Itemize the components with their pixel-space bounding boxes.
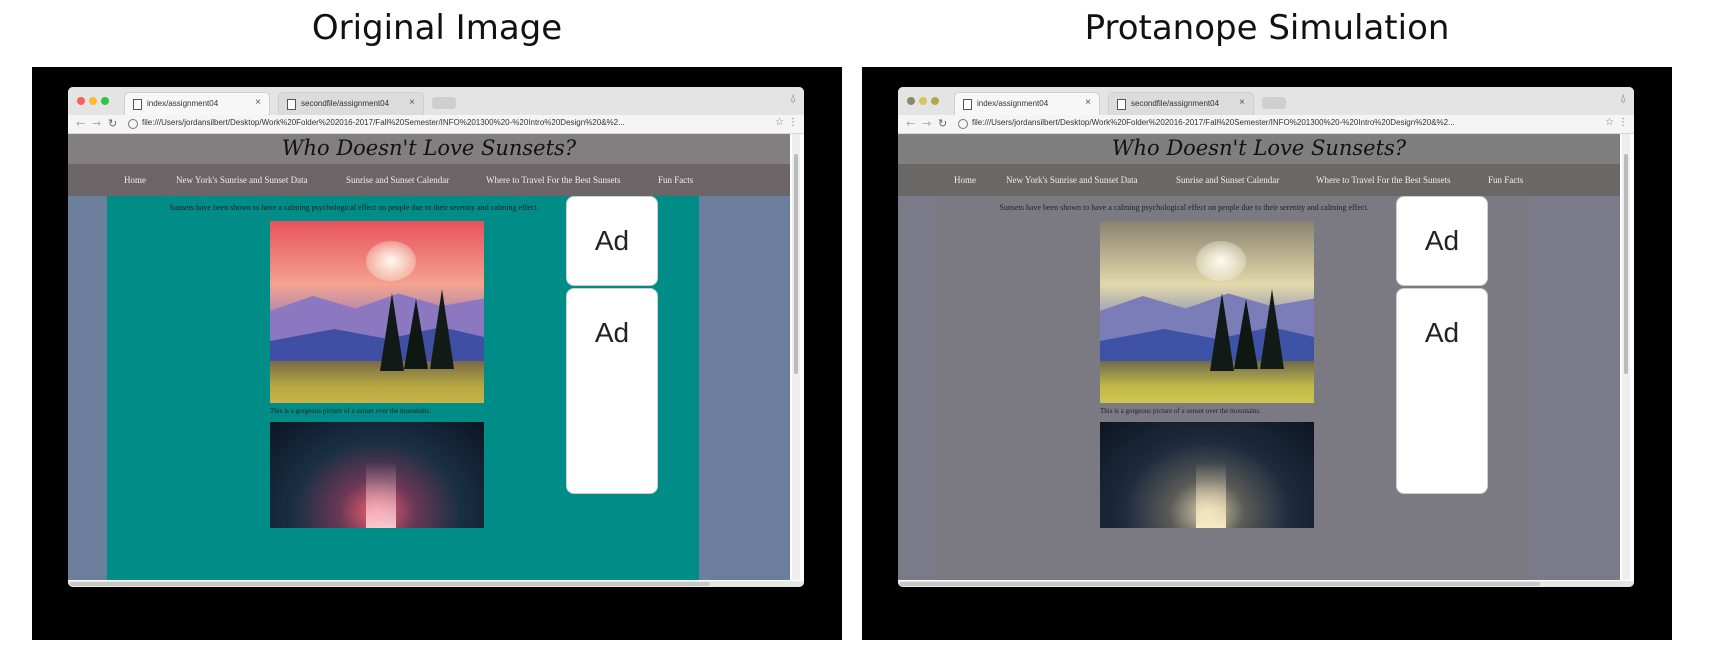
close-tab-icon[interactable]: × — [1085, 97, 1091, 108]
menu-icon[interactable]: ⋮ — [1618, 117, 1628, 128]
close-window-dot[interactable] — [907, 97, 915, 105]
browser-window: index/assignment04 × secondfile/assignme… — [68, 87, 804, 587]
browser-tab-index[interactable]: index/assignment04 × — [954, 92, 1100, 116]
browser-tab-secondfile[interactable]: secondfile/assignment04 × — [278, 92, 424, 116]
ad-box[interactable]: Ad — [566, 196, 658, 286]
url-field[interactable]: file:///Users/jordansilbert/Desktop/Work… — [142, 118, 762, 127]
nav-link-ny-data[interactable]: New York's Sunrise and Sunset Data — [176, 175, 308, 185]
close-window-dot[interactable] — [77, 97, 85, 105]
tab-label: secondfile/assignment04 — [301, 99, 390, 108]
image-caption: This is a gorgeous picture of a sunset o… — [1100, 407, 1262, 415]
site-title: Who Doesn't Love Sunsets? — [281, 136, 577, 160]
browser-tab-index[interactable]: index/assignment04 × — [124, 92, 270, 116]
new-tab-button[interactable] — [432, 97, 456, 109]
ad-box[interactable]: Ad — [566, 288, 658, 494]
ad-box[interactable]: Ad — [1396, 196, 1488, 286]
back-arrow-icon[interactable]: ← — [76, 117, 85, 130]
night-sky-image — [1100, 422, 1314, 528]
reload-icon[interactable]: ↻ — [108, 117, 117, 130]
nav-link-home[interactable]: Home — [124, 175, 146, 185]
zoom-window-dot[interactable] — [101, 97, 109, 105]
minimize-window-dot[interactable] — [89, 97, 97, 105]
ad-label: Ad — [594, 317, 630, 348]
forward-arrow-icon[interactable]: → — [92, 117, 101, 130]
site-nav: Home New York's Sunrise and Sunset Data … — [68, 164, 790, 196]
ad-label: Ad — [594, 225, 630, 256]
page-icon — [1117, 99, 1126, 110]
tab-label: index/assignment04 — [147, 99, 219, 108]
site-header: Who Doesn't Love Sunsets? — [68, 134, 790, 164]
bookmark-star-icon[interactable]: ☆ — [1605, 117, 1614, 128]
nav-link-calendar[interactable]: Sunrise and Sunset Calendar — [346, 175, 449, 185]
reload-icon[interactable]: ↻ — [938, 117, 947, 130]
page-content: Sunsets have been shown to have a calmin… — [898, 196, 1620, 580]
panel-title-original: Original Image — [311, 8, 563, 48]
nav-link-ny-data[interactable]: New York's Sunrise and Sunset Data — [1006, 175, 1138, 185]
tab-label: secondfile/assignment04 — [1131, 99, 1220, 108]
address-bar: ← → ↻ file:///Users/jordansilbert/Deskto… — [898, 115, 1634, 134]
info-icon[interactable] — [128, 119, 138, 129]
screenshot-frame-original: index/assignment04 × secondfile/assignme… — [32, 67, 842, 640]
web-page: Who Doesn't Love Sunsets? Home New York'… — [898, 134, 1620, 580]
ad-label: Ad — [1424, 317, 1460, 348]
vertical-scrollbar[interactable] — [792, 134, 800, 580]
nav-link-calendar[interactable]: Sunrise and Sunset Calendar — [1176, 175, 1279, 185]
tab-bar: index/assignment04 × secondfile/assignme… — [898, 87, 1634, 116]
nav-link-fun-facts[interactable]: Fun Facts — [658, 175, 693, 185]
nav-link-travel[interactable]: Where to Travel For the Best Sunsets — [486, 175, 621, 185]
nav-link-fun-facts[interactable]: Fun Facts — [1488, 175, 1523, 185]
close-tab-icon[interactable]: × — [1239, 97, 1245, 108]
close-tab-icon[interactable]: × — [255, 97, 261, 108]
site-title: Who Doesn't Love Sunsets? — [1111, 136, 1407, 160]
tab-bar: index/assignment04 × secondfile/assignme… — [68, 87, 804, 116]
bookmark-star-icon[interactable]: ☆ — [775, 117, 784, 128]
browser-tab-secondfile[interactable]: secondfile/assignment04 × — [1108, 92, 1254, 116]
nav-link-home[interactable]: Home — [954, 175, 976, 185]
close-tab-icon[interactable]: × — [409, 97, 415, 108]
profile-icon[interactable]: ⍙ — [1620, 93, 1626, 104]
ad-box[interactable]: Ad — [1396, 288, 1488, 494]
page-content: Sunsets have been shown to have a calmin… — [68, 196, 790, 580]
info-icon[interactable] — [958, 119, 968, 129]
intro-text: Sunsets have been shown to have a calmin… — [999, 203, 1369, 212]
intro-text: Sunsets have been shown to have a calmin… — [169, 203, 539, 212]
page-icon — [287, 99, 296, 110]
ad-label: Ad — [1424, 225, 1460, 256]
nav-link-travel[interactable]: Where to Travel For the Best Sunsets — [1316, 175, 1451, 185]
menu-icon[interactable]: ⋮ — [788, 117, 798, 128]
browser-window: index/assignment04 × secondfile/assignme… — [898, 87, 1634, 587]
image-caption: This is a gorgeous picture of a sunset o… — [270, 407, 432, 415]
horizontal-scrollbar[interactable] — [68, 581, 804, 587]
page-icon — [963, 99, 972, 110]
site-header: Who Doesn't Love Sunsets? — [898, 134, 1620, 164]
minimize-window-dot[interactable] — [919, 97, 927, 105]
zoom-window-dot[interactable] — [931, 97, 939, 105]
new-tab-button[interactable] — [1262, 97, 1286, 109]
tab-label: index/assignment04 — [977, 99, 1049, 108]
url-field[interactable]: file:///Users/jordansilbert/Desktop/Work… — [972, 118, 1592, 127]
web-page: Who Doesn't Love Sunsets? Home New York'… — [68, 134, 790, 580]
vertical-scrollbar[interactable] — [1622, 134, 1630, 580]
back-arrow-icon[interactable]: ← — [906, 117, 915, 130]
horizontal-scrollbar[interactable] — [898, 581, 1634, 587]
forward-arrow-icon[interactable]: → — [922, 117, 931, 130]
screenshot-frame-protanope: index/assignment04 × secondfile/assignme… — [862, 67, 1672, 640]
panel-title-protanope: Protanope Simulation — [1084, 8, 1450, 48]
site-nav: Home New York's Sunrise and Sunset Data … — [898, 164, 1620, 196]
profile-icon[interactable]: ⍙ — [790, 93, 796, 104]
mountain-sunset-image — [270, 221, 484, 403]
address-bar: ← → ↻ file:///Users/jordansilbert/Deskto… — [68, 115, 804, 134]
mountain-sunset-image — [1100, 221, 1314, 403]
night-sky-image — [270, 422, 484, 528]
page-icon — [133, 99, 142, 110]
